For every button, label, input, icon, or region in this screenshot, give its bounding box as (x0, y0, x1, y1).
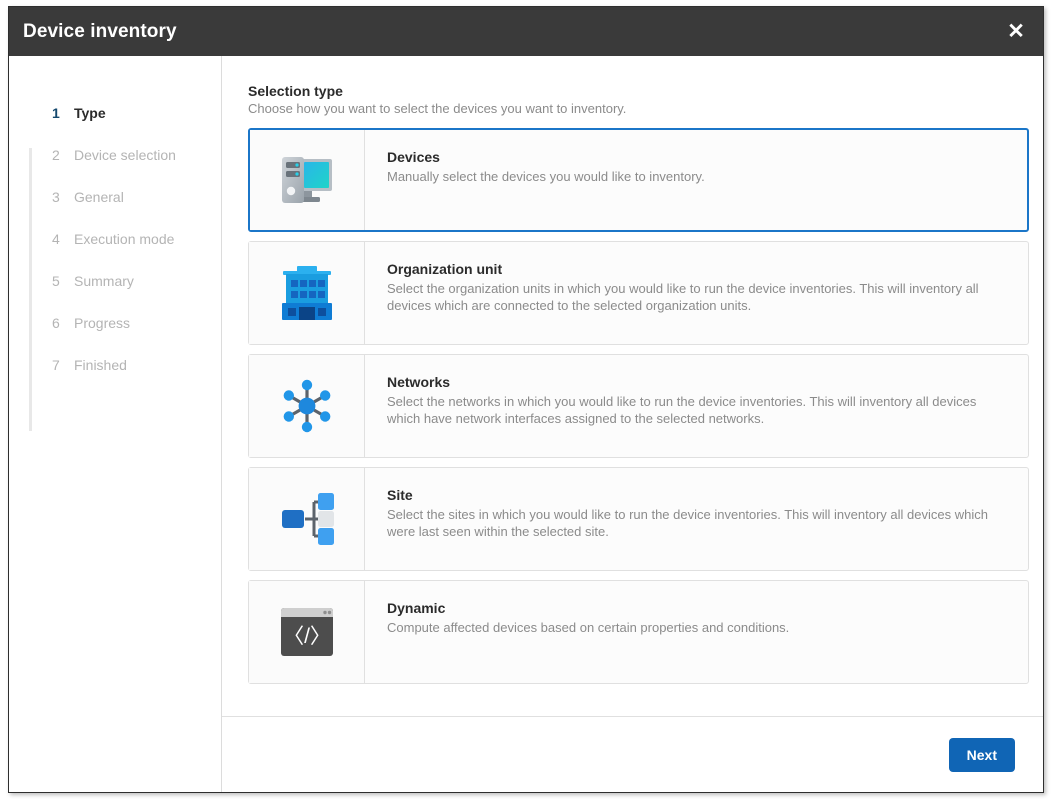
section-subtitle: Choose how you want to select the device… (248, 101, 627, 116)
step-label: Execution mode (74, 231, 175, 247)
option-title: Site (387, 487, 413, 503)
option-card-organization-unit[interactable]: Organization unit Select the organization… (248, 241, 1029, 345)
step-label: General (74, 189, 124, 205)
step-number: 7 (52, 357, 60, 373)
dialog-body: 1 Type 2 Device selection 3 General 4 Execution… (9, 56, 1043, 792)
option-description: Manually select the devices you would li… (387, 169, 705, 184)
code-window-icon: 〈/〉 (249, 581, 365, 683)
step-number: 2 (52, 147, 60, 163)
sidebar-step-finished[interactable]: 7 Finished (9, 344, 221, 386)
step-number: 3 (52, 189, 60, 205)
option-text: Devices Manually select the devices you w… (365, 130, 1027, 230)
sidebar-step-summary[interactable]: 5 Summary (9, 260, 221, 302)
network-hub-icon (249, 355, 365, 457)
sidebar-step-execution-mode[interactable]: 4 Execution mode (9, 218, 221, 260)
step-number: 1 (52, 105, 60, 121)
step-label: Summary (74, 273, 134, 289)
desktop-computer-icon (250, 130, 365, 230)
option-card-devices[interactable]: Devices Manually select the devices you w… (248, 128, 1029, 232)
svg-text:〈/〉: 〈/〉 (283, 625, 331, 648)
sidebar-step-device-selection[interactable]: 2 Device selection (9, 134, 221, 176)
step-number: 5 (52, 273, 60, 289)
option-title: Networks (387, 374, 451, 390)
option-text: Dynamic Compute affected devices based on… (365, 581, 1028, 683)
sidebar-step-type[interactable]: 1 Type (9, 92, 221, 134)
page-title: Device inventory (23, 20, 177, 42)
section-title: Selection type (248, 83, 343, 99)
steps-list: 1 Type 2 Device selection 3 General 4 Execution… (9, 92, 221, 386)
step-label: Progress (74, 315, 131, 331)
step-label: Finished (74, 357, 127, 373)
device-inventory-dialog: Device inventory ✕ 1 Type 2 Device selectio… (8, 6, 1044, 793)
option-description: Select the organization units in which y… (387, 281, 979, 313)
step-label: Device selection (74, 147, 176, 163)
step-number: 4 (52, 231, 60, 247)
wizard-steps-sidebar: 1 Type 2 Device selection 3 General 4 Execution… (9, 56, 222, 792)
option-text: Networks Select the networks in which you… (365, 355, 1028, 457)
dialog-titlebar: Device inventory ✕ (9, 7, 1043, 56)
option-title: Devices (387, 149, 440, 165)
option-card-site[interactable]: Site Select the sites in which you would … (248, 467, 1029, 571)
option-description: Compute affected devices based on certai… (387, 620, 790, 635)
option-title: Organization unit (387, 261, 503, 277)
sitemap-icon (249, 468, 365, 570)
main-panel: Selection type Choose how you want to se… (222, 56, 1043, 792)
dialog-footer: Next (222, 716, 1043, 792)
option-card-networks[interactable]: Networks Select the networks in which you… (248, 354, 1029, 458)
next-button[interactable]: Next (948, 737, 1015, 772)
selection-type-options: Devices Manually select the devices you w… (248, 128, 1029, 684)
office-building-icon (249, 242, 365, 344)
option-text: Site Select the sites in which you would … (365, 468, 1028, 570)
close-icon[interactable]: ✕ (989, 7, 1043, 56)
option-title: Dynamic (387, 600, 446, 616)
option-text: Organization unit Select the organization… (365, 242, 1028, 344)
step-label: Type (74, 105, 106, 121)
option-description: Select the networks in which you would l… (387, 394, 977, 426)
sidebar-step-progress[interactable]: 6 Progress (9, 302, 221, 344)
option-description: Select the sites in which you would like… (387, 507, 988, 539)
step-number: 6 (52, 315, 60, 331)
main-content: Selection type Choose how you want to se… (222, 56, 1043, 716)
option-card-dynamic[interactable]: 〈/〉 Dynamic Compute affected devices based… (248, 580, 1029, 684)
sidebar-step-general[interactable]: 3 General (9, 176, 221, 218)
